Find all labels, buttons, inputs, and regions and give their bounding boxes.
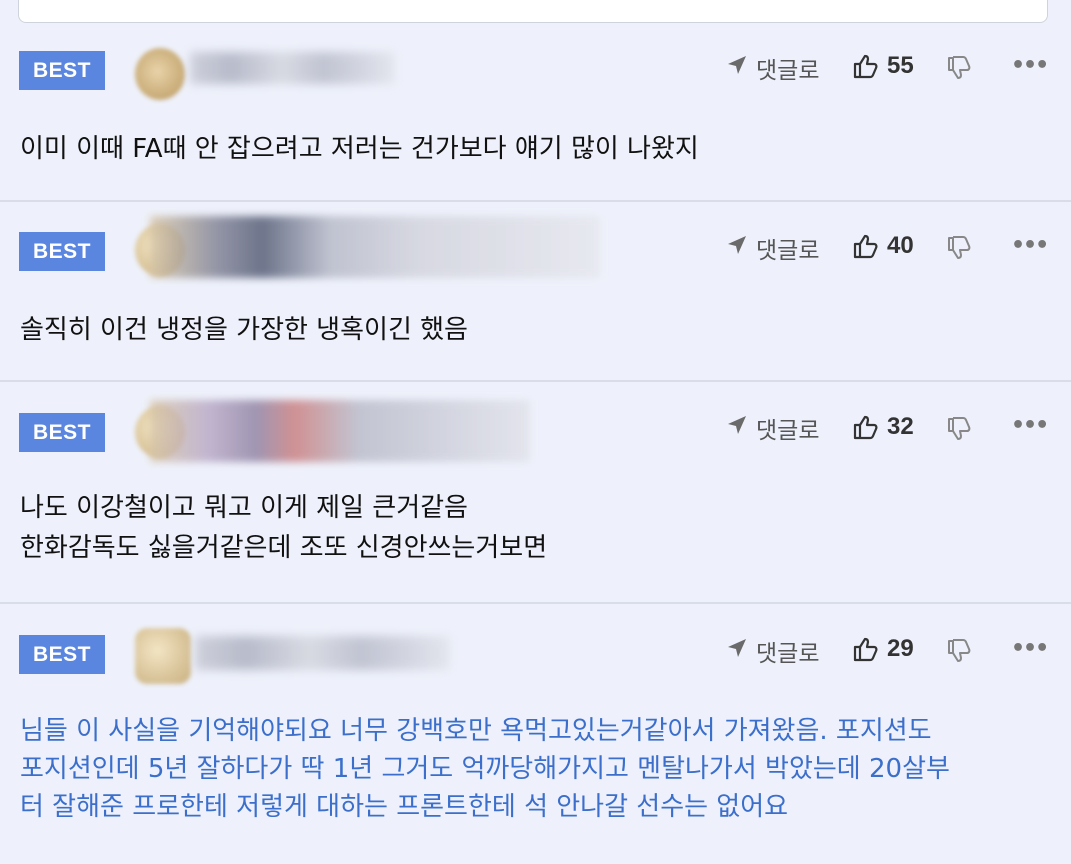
more-icon[interactable]: ••• [1011, 53, 1049, 78]
more-icon[interactable]: ••• [1011, 413, 1049, 438]
thumbs-up-icon [853, 415, 878, 440]
dislike-button[interactable] [946, 55, 972, 85]
best-badge: BEST [19, 413, 105, 452]
like-count: 32 [887, 413, 914, 440]
reply-label: 댓글로 [756, 58, 820, 84]
like-button[interactable]: 40 [853, 232, 914, 260]
best-badge: BEST [19, 51, 105, 90]
avatar[interactable] [135, 48, 185, 100]
username-blurred[interactable] [150, 216, 600, 278]
dislike-button[interactable] [946, 416, 972, 446]
like-count: 55 [887, 52, 914, 79]
avatar[interactable] [135, 628, 191, 684]
reply-label: 댓글로 [756, 418, 820, 444]
reply-button[interactable]: 댓글로 [726, 231, 819, 265]
username-blurred[interactable] [150, 400, 530, 462]
reply-button[interactable]: 댓글로 [726, 51, 819, 85]
reply-button[interactable]: 댓글로 [726, 634, 819, 668]
comment-text: 솔직히 이건 냉정을 가장한 냉혹이긴 했음 [20, 315, 468, 345]
like-button[interactable]: 32 [853, 413, 914, 441]
thumbs-up-icon [853, 637, 878, 662]
reply-label: 댓글로 [756, 641, 820, 667]
comment-item: BEST 댓글로 40 ••• 솔직히 이건 냉정을 가장한 냉혹이긴 했음 [0, 202, 1071, 382]
dislike-button[interactable] [946, 638, 972, 668]
comment-text: 님들 이 사실을 기억해야되요 너무 강백호만 욕먹고있는거같아서 가져왔음. … [20, 716, 950, 822]
thumbs-up-icon [853, 234, 878, 259]
comment-text: 이미 이때 FA때 안 잡으려고 저러는 건가보다 얘기 많이 나왔지 [20, 134, 699, 164]
username-blurred[interactable] [195, 636, 450, 670]
thumbs-down-icon [948, 236, 971, 259]
best-badge: BEST [19, 635, 105, 674]
thumbs-down-icon [948, 639, 971, 662]
like-button[interactable]: 29 [853, 635, 914, 663]
username-blurred[interactable] [190, 52, 395, 84]
previous-panel [18, 0, 1048, 23]
more-icon[interactable]: ••• [1011, 233, 1049, 258]
thumbs-down-icon [948, 56, 971, 79]
reply-arrow-icon [726, 637, 748, 665]
comment-item: BEST 댓글로 55 ••• 이미 이때 FA때 안 잡으려고 저러는 건가보… [0, 22, 1071, 202]
like-count: 40 [887, 232, 914, 259]
like-count: 29 [887, 635, 914, 662]
best-badge: BEST [19, 232, 105, 271]
comment-item: BEST 댓글로 32 ••• 나도 이강철이고 뭐고 이게 제일 큰거같음 한… [0, 382, 1071, 604]
more-icon[interactable]: ••• [1011, 636, 1049, 661]
thumbs-down-icon [948, 417, 971, 440]
reply-arrow-icon [726, 234, 748, 262]
thumbs-up-icon [853, 54, 878, 79]
comment-item: BEST 댓글로 29 ••• 님들 이 사실을 기억해야되요 너무 강백호만 … [0, 604, 1071, 864]
dislike-button[interactable] [946, 235, 972, 265]
reply-arrow-icon [726, 54, 748, 82]
reply-label: 댓글로 [756, 238, 820, 264]
comment-text: 나도 이강철이고 뭐고 이게 제일 큰거같음 한화감독도 싫을거같은데 조또 신… [20, 493, 548, 563]
reply-button[interactable]: 댓글로 [726, 411, 819, 445]
like-button[interactable]: 55 [853, 52, 914, 80]
reply-arrow-icon [726, 414, 748, 442]
